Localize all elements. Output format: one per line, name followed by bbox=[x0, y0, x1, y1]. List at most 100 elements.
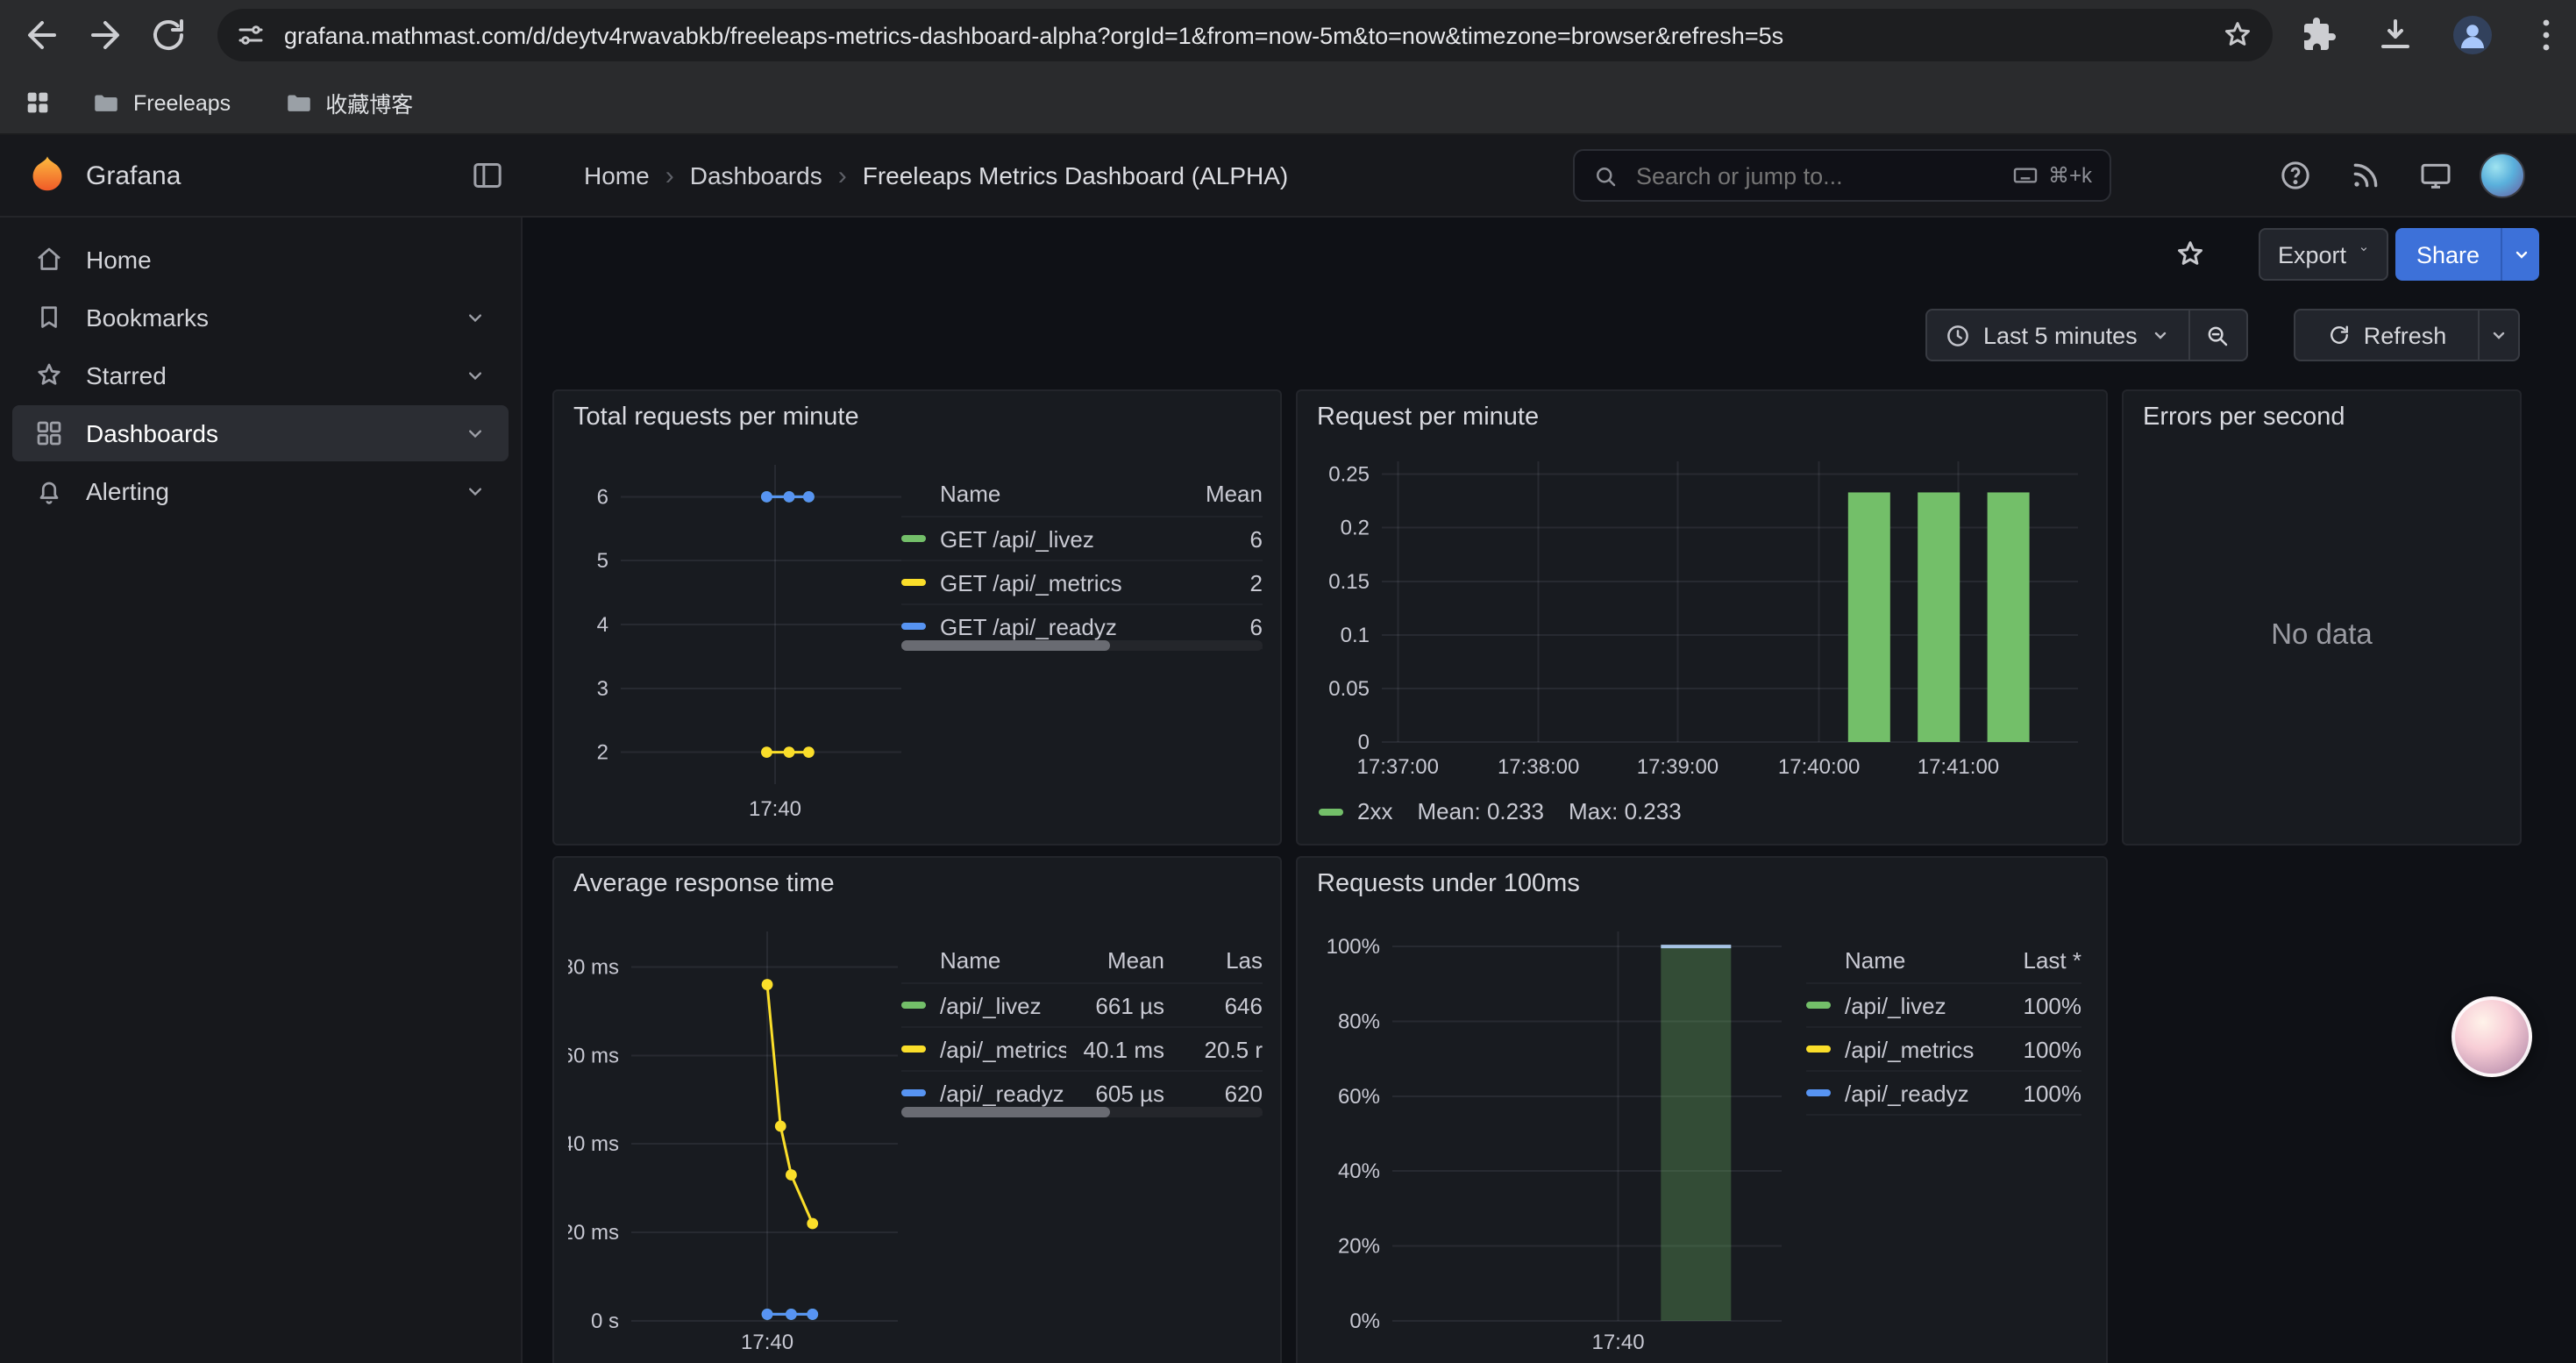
dashboard-actions: Export Share bbox=[523, 228, 2576, 281]
legend-series-name[interactable]: GET /api/_readyz bbox=[901, 613, 1164, 639]
url-text[interactable]: grafana.mathmast.com/d/deytv4rwavabkb/fr… bbox=[284, 22, 2220, 48]
zoom-out-icon bbox=[2205, 322, 2231, 348]
svg-text:17:38:00: 17:38:00 bbox=[1498, 755, 1579, 779]
bookmark-folder-freeleaps[interactable]: Freeleaps bbox=[91, 88, 231, 118]
brand-name: Grafana bbox=[86, 161, 181, 190]
search-box[interactable]: ⌘+k bbox=[1573, 149, 2111, 202]
legend-column-header[interactable]: Las bbox=[1164, 947, 1263, 974]
panel-title[interactable]: Average response time bbox=[573, 870, 835, 898]
panel-title[interactable]: Errors per second bbox=[2143, 403, 2345, 432]
legend-column-header[interactable]: Name bbox=[1806, 947, 1983, 974]
sidebar-item-label: Alerting bbox=[86, 477, 169, 505]
panel-title[interactable]: Requests under 100ms bbox=[1317, 870, 1580, 898]
legend-value: 2 bbox=[1164, 569, 1263, 596]
panel-request-per-minute: Request per minute 0.250.20.150.10.05017… bbox=[1296, 389, 2108, 846]
legend-series-name[interactable]: /api/_livez bbox=[901, 992, 1066, 1018]
share-menu-caret[interactable] bbox=[2501, 228, 2539, 281]
reload-icon[interactable] bbox=[147, 14, 189, 56]
panel-title[interactable]: Total requests per minute bbox=[573, 403, 859, 432]
forward-icon[interactable] bbox=[84, 14, 126, 56]
svg-text:40 ms: 40 ms bbox=[568, 1132, 619, 1156]
favorite-star-icon[interactable] bbox=[2173, 237, 2208, 272]
user-avatar[interactable] bbox=[2480, 153, 2525, 198]
legend-series-name[interactable]: /api/_livez bbox=[1806, 992, 1983, 1018]
back-icon[interactable] bbox=[21, 14, 63, 56]
legend-table: NameMeanGET /api/_livez6GET /api/_metric… bbox=[901, 472, 1263, 649]
help-icon[interactable] bbox=[2278, 158, 2313, 193]
breadcrumb: Home › Dashboards › Freeleaps Metrics Da… bbox=[584, 135, 1288, 216]
legend-value: 661 µs bbox=[1066, 992, 1164, 1018]
series-color-dash bbox=[901, 1002, 926, 1009]
svg-text:60 ms: 60 ms bbox=[568, 1044, 619, 1067]
export-button[interactable]: Export bbox=[2259, 228, 2388, 281]
chevron-down-icon[interactable] bbox=[463, 363, 487, 388]
panel-title[interactable]: Request per minute bbox=[1317, 403, 1539, 432]
series-color-dash bbox=[901, 579, 926, 586]
legend-row: /api/_readyz100% bbox=[1806, 1072, 2081, 1116]
legend-series-name[interactable]: GET /api/_metrics bbox=[901, 569, 1164, 596]
share-split-button: Share bbox=[2395, 228, 2539, 281]
series-color-dash bbox=[901, 623, 926, 630]
legend-column-header[interactable]: Name bbox=[901, 947, 1066, 974]
time-controls: Last 5 minutes Refresh bbox=[523, 309, 2576, 361]
bar-chart: 0.250.20.150.10.05017:37:0017:38:0017:39… bbox=[1312, 440, 2096, 791]
news-rss-icon[interactable] bbox=[2348, 158, 2383, 193]
legend-series-name[interactable]: GET /api/_livez bbox=[901, 525, 1164, 552]
legend-scrollbar[interactable] bbox=[901, 1107, 1263, 1117]
breadcrumb-separator: › bbox=[838, 161, 847, 190]
zoom-out-button[interactable] bbox=[2190, 309, 2248, 361]
legend-column-header[interactable]: Last * bbox=[1983, 947, 2081, 974]
chevron-down-icon[interactable] bbox=[463, 305, 487, 330]
clock-icon bbox=[1945, 322, 1971, 348]
chevron-down-icon[interactable] bbox=[463, 479, 487, 503]
sidebar-toggle-icon[interactable] bbox=[470, 158, 505, 193]
refresh-interval-caret[interactable] bbox=[2478, 309, 2520, 361]
refresh-icon bbox=[2327, 323, 2352, 347]
legend-column-header[interactable]: Mean bbox=[1066, 947, 1164, 974]
legend-column-header[interactable]: Name bbox=[901, 481, 1164, 507]
assistant-avatar[interactable] bbox=[2451, 996, 2532, 1077]
sidebar-item-starred[interactable]: Starred bbox=[12, 347, 509, 403]
breadcrumb-dashboards[interactable]: Dashboards bbox=[690, 161, 822, 189]
series-color-dash bbox=[901, 1045, 926, 1053]
download-icon[interactable] bbox=[2374, 14, 2416, 56]
panel-total-requests-per-minute: Total requests per minute 6543217:40 Nam… bbox=[552, 389, 1282, 846]
legend-row: /api/_livez661 µs646 bbox=[901, 984, 1263, 1028]
legend-inline: 2xx Mean: 0.233 Max: 0.233 bbox=[1319, 798, 1682, 824]
sidebar-item-home[interactable]: Home bbox=[12, 232, 509, 288]
sidebar-item-bookmarks[interactable]: Bookmarks bbox=[12, 289, 509, 346]
profile-avatar-icon[interactable] bbox=[2451, 14, 2494, 56]
legend-table: NameLast */api/_livez100%/api/_metrics10… bbox=[1806, 938, 2081, 1116]
bookmark-folder-blogs[interactable]: 收藏博客 bbox=[283, 86, 413, 119]
dashboards-icon bbox=[33, 417, 65, 449]
bookmark-label: 收藏博客 bbox=[325, 86, 413, 119]
sidebar-item-label: Starred bbox=[86, 361, 167, 389]
search-input[interactable] bbox=[1633, 161, 1997, 190]
bookmark-icon bbox=[33, 302, 65, 333]
chevron-down-icon[interactable] bbox=[463, 421, 487, 446]
extensions-icon[interactable] bbox=[2297, 14, 2339, 56]
sidebar-item-alerting[interactable]: Alerting bbox=[12, 463, 509, 519]
apps-grid-icon[interactable] bbox=[23, 88, 53, 118]
browser-menu-icon[interactable] bbox=[2525, 14, 2567, 56]
refresh-button[interactable]: Refresh bbox=[2294, 309, 2480, 361]
series-color-dash bbox=[1806, 1045, 1831, 1053]
svg-text:0 s: 0 s bbox=[591, 1309, 619, 1333]
site-info-icon[interactable] bbox=[235, 19, 267, 51]
breadcrumb-home[interactable]: Home bbox=[584, 161, 650, 189]
monitor-icon[interactable] bbox=[2418, 158, 2453, 193]
address-bar[interactable]: grafana.mathmast.com/d/deytv4rwavabkb/fr… bbox=[217, 9, 2273, 61]
legend-scrollbar[interactable] bbox=[901, 640, 1263, 651]
legend-series-name[interactable]: 2xx bbox=[1357, 798, 1392, 824]
legend-series-name[interactable]: /api/_readyz bbox=[1806, 1080, 1983, 1106]
bookmark-star-icon[interactable] bbox=[2220, 18, 2255, 53]
grafana-logo-icon[interactable] bbox=[25, 153, 70, 198]
legend-series-name[interactable]: /api/_metrics bbox=[1806, 1036, 1983, 1062]
legend-column-header[interactable]: Mean bbox=[1164, 481, 1263, 507]
time-range-picker[interactable]: Last 5 minutes bbox=[1925, 309, 2190, 361]
legend-value: 100% bbox=[1983, 992, 2081, 1018]
legend-series-name[interactable]: /api/_readyz bbox=[901, 1080, 1066, 1106]
legend-series-name[interactable]: /api/_metrics bbox=[901, 1036, 1066, 1062]
share-button[interactable]: Share bbox=[2395, 228, 2501, 281]
sidebar-item-dashboards[interactable]: Dashboards bbox=[12, 405, 509, 461]
